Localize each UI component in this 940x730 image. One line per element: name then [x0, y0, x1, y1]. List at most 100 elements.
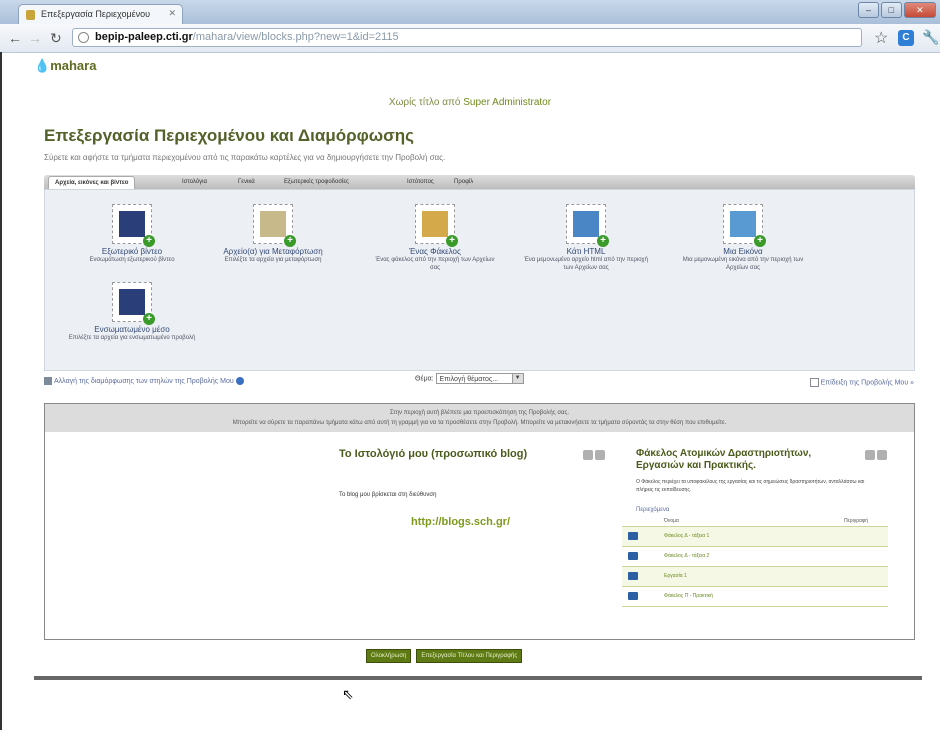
extension-icon[interactable]: C	[898, 30, 914, 46]
folder-icon	[628, 572, 638, 580]
back-icon[interactable]: ←	[8, 30, 22, 46]
theme-select[interactable]: Επιλογή θέματος... ▼	[435, 373, 524, 384]
tab-general[interactable]: Γενικά	[238, 176, 255, 189]
blog-url-link[interactable]: http://blogs.sch.gr/	[411, 516, 510, 528]
layout-icon	[44, 377, 52, 385]
left-border	[0, 52, 2, 730]
delete-icon[interactable]	[595, 450, 605, 460]
block-image[interactable]: + Μια Εικόνα Μια μεμονωμένη εικόνα από τ…	[678, 204, 808, 272]
configure-icon[interactable]	[865, 450, 875, 460]
block-desc: Επιλέξτε τα αρχεία για μεταφόρτωση	[224, 257, 322, 263]
block-palette: + Εξωτερικό βίντεο Ενσωμάτωση εξωτερικού…	[44, 189, 915, 371]
forward-icon[interactable]: →	[28, 30, 42, 46]
external-video-icon: +	[112, 204, 155, 247]
block-desc: Επιλέξτε τα αρχεία για ενσωματωμένο προβ…	[68, 335, 196, 341]
page-subtitle: Σύρετε και αφήστε τα τμήματα περιεχομένο…	[44, 153, 446, 162]
done-button[interactable]: Ολοκλήρωση	[366, 649, 412, 663]
block-title: Ένας Φάκελος	[409, 247, 461, 256]
theme-select-value: Επιλογή θέματος...	[439, 376, 499, 383]
folder-block-title: Φάκελος Ατομικών Δραστηριοτήτων, Εργασιώ…	[636, 448, 812, 471]
table-row[interactable]: Φάκελος Δ - τάξεια 2	[622, 547, 888, 567]
block-external-video[interactable]: + Εξωτερικό βίντεο Ενσωμάτωση εξωτερικού…	[67, 204, 197, 264]
folder-name[interactable]: Φάκελος Δ - τάξεια 1	[664, 527, 709, 546]
edit-title-button[interactable]: Επεξεργασία Τίτλου και Περιγραφής	[416, 649, 523, 663]
tab-files[interactable]: Αρχεία, εικόνες και βίντεο	[48, 176, 136, 190]
block-file-download[interactable]: + Αρχείο(α) για Μεταφόρτωση Επιλέξτε τα …	[208, 204, 338, 264]
col-name: Όνομα	[664, 518, 679, 524]
block-desc: Ένα μεμονωμένο αρχείο html από την περιο…	[524, 257, 648, 271]
display-view-text: Επίδειξη της Προβολής Μου »	[820, 379, 914, 387]
folder-icon	[628, 592, 638, 600]
block-desc: Μια μεμονωμένη εικόνα από την περιοχή τω…	[682, 257, 804, 271]
close-tab-icon[interactable]: ✕	[168, 8, 176, 19]
table-row[interactable]: Εργασία 1	[622, 567, 888, 587]
tab-blogs[interactable]: Ιστολόγια	[182, 176, 207, 189]
block-title: Αρχείο(α) για Μεταφόρτωση	[223, 247, 323, 256]
canvas-info-line2: Μπορείτε να σύρετε τα παραπάνω τμήματα κ…	[232, 420, 727, 426]
page-icon	[78, 32, 89, 43]
tab-website[interactable]: Ιστότοπος	[407, 176, 434, 189]
reload-icon[interactable]: ↻	[50, 30, 62, 47]
site-logo[interactable]: 💧mahara	[34, 58, 96, 74]
folder-block-controls	[865, 450, 887, 460]
folder-table: Όνομα Περιγραφή Φάκελος Δ - τάξεια 1 Φάκ…	[622, 516, 888, 607]
canvas-info: Στην περιοχή αυτή βλέπετε μια προεπισκόπ…	[45, 404, 914, 432]
block-html[interactable]: + Κάτι HTML Ένα μεμονωμένο αρχείο html α…	[521, 204, 651, 272]
contents-label: Περιεχόμενα	[636, 507, 670, 513]
page-title: Επεξεργασία Περιεχομένου και Διαμόρφωσης	[44, 126, 414, 145]
display-view-link[interactable]: Επίδειξη της Προβολής Μου »	[809, 378, 914, 387]
owner-link[interactable]: Super Administrator	[463, 97, 551, 108]
embedded-media-icon: +	[112, 282, 155, 325]
html-icon: +	[566, 204, 609, 247]
theme-control: Θέμα: Επιλογή θέματος... ▼	[415, 373, 524, 384]
block-desc: Ενσωμάτωση εξωτερικού βίντεο	[89, 257, 175, 263]
folder-name[interactable]: Εργασία 1	[664, 567, 687, 586]
block-title: Εξωτερικό βίντεο	[101, 247, 163, 256]
block-folder[interactable]: + Ένας Φάκελος Ένας φάκελος από την περι…	[370, 204, 500, 272]
browser-tab[interactable]: Επεξεργασία Περιεχομένου ✕	[18, 4, 183, 24]
wrench-icon[interactable]: 🔧	[922, 29, 939, 46]
view-canvas: Στην περιοχή αυτή βλέπετε μια προεπισκόπ…	[44, 403, 915, 640]
block-title: Μια Εικόνα	[723, 247, 763, 256]
view-owner-line: Χωρίς τίτλο από Super Administrator	[0, 97, 940, 108]
folder-icon	[628, 532, 638, 540]
blog-block-title: Το Ιστολόγιό μου (προσωπικό blog)	[339, 448, 528, 460]
preview-icon	[809, 378, 819, 387]
configure-icon[interactable]	[583, 450, 593, 460]
logo-icon: 💧	[34, 58, 51, 73]
favicon-icon	[26, 10, 35, 20]
view-title-text: Χωρίς τίτλο	[388, 97, 440, 108]
window-controls: – □ ✕	[858, 2, 936, 18]
folder-name[interactable]: Φάκελος Π - Πρακτική	[664, 587, 713, 606]
folder-name[interactable]: Φάκελος Δ - τάξεια 2	[664, 547, 709, 566]
close-window-button[interactable]: ✕	[903, 2, 936, 18]
bookmark-star-icon[interactable]: ☆	[874, 28, 888, 48]
title-bar: Επεξεργασία Περιεχομένου ✕ – □ ✕	[0, 0, 940, 24]
tab-profile[interactable]: Προφίλ	[454, 176, 473, 189]
folder-icon: +	[415, 204, 458, 247]
help-icon[interactable]	[235, 377, 244, 385]
block-embedded-media[interactable]: + Ενσωματωμένο μέσο Επιλέξτε τα αρχεία γ…	[67, 282, 197, 342]
blog-block-text: Το blog μου βρίσκεται στη διεύθυνση	[339, 492, 437, 498]
change-layout-link[interactable]: Αλλαγή της διαμόρφωσης των στηλών της Πρ…	[54, 378, 234, 385]
logo-text: mahara	[50, 58, 97, 73]
minimize-button[interactable]: –	[858, 2, 879, 18]
address-bar[interactable]: bepip-paleep.cti.gr/mahara/view/blocks.p…	[72, 28, 862, 47]
url-domain: bepip-paleep.cti.gr	[95, 31, 193, 43]
table-row[interactable]: Φάκελος Π - Πρακτική	[622, 587, 888, 607]
table-row[interactable]: Φάκελος Δ - τάξεια 1	[622, 527, 888, 547]
folder-block-desc: Ο Φάκελος περιέχει τα υποφακέλους της ερ…	[636, 479, 865, 493]
maximize-button[interactable]: □	[880, 2, 902, 18]
view-owner-sep: από	[439, 97, 464, 108]
table-header: Όνομα Περιγραφή	[622, 516, 888, 527]
block-category-tabs: Αρχεία, εικόνες και βίντεο Ιστολόγια Γεν…	[44, 175, 915, 190]
mouse-cursor-icon: ⇖	[342, 686, 354, 702]
delete-icon[interactable]	[877, 450, 887, 460]
block-title: Κάτι HTML	[566, 247, 606, 256]
folder-icon	[628, 552, 638, 560]
file-download-icon: +	[253, 204, 296, 247]
tab-external-feeds[interactable]: Εξωτερικές τροφοδοσίες	[284, 176, 349, 189]
tab-title: Επεξεργασία Περιεχομένου	[41, 9, 151, 19]
chevron-down-icon: ▼	[511, 374, 523, 383]
url-path: /mahara/view/blocks.php?new=1&id=2115	[192, 31, 399, 43]
